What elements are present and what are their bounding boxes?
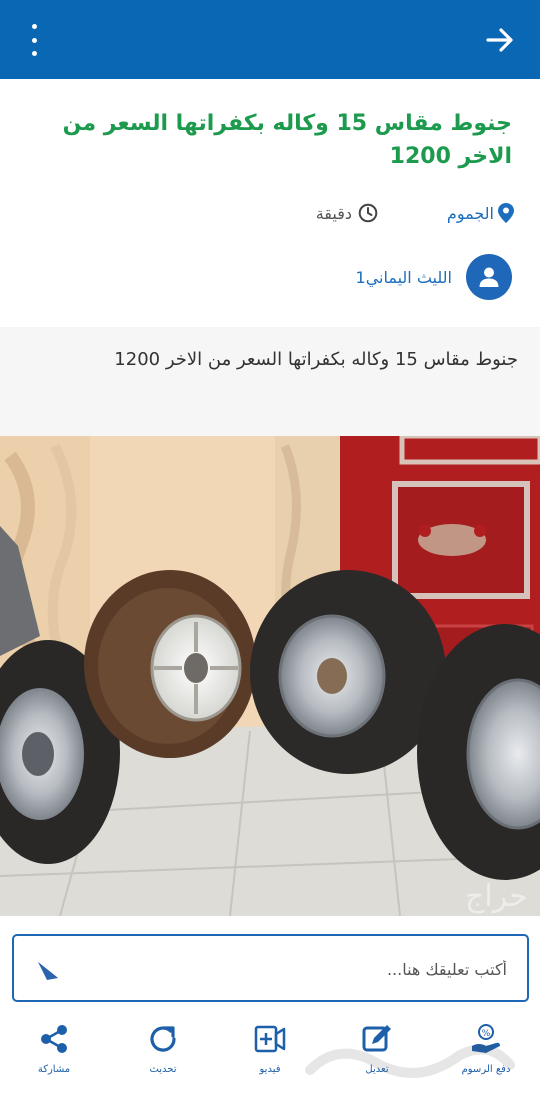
edit-label: تعديل <box>365 1064 389 1075</box>
more-options-icon[interactable] <box>22 24 46 56</box>
seller-profile-link[interactable]: الليث اليماني1 <box>355 254 512 300</box>
location-label: الجموم <box>446 203 494 223</box>
location-pin-icon <box>498 203 514 223</box>
video-button[interactable]: فيديو <box>227 1022 313 1075</box>
location-link[interactable]: الجموم <box>447 203 514 223</box>
svg-text:حراج: حراج <box>465 879 528 914</box>
refresh-label: تحديث <box>149 1064 177 1075</box>
listing-title: جنوط مقاس 15 وكاله بكفراتها السعر من الا… <box>62 111 512 169</box>
description-text: جنوط مقاس 15 وكاله بكفراتها السعر من الا… <box>114 349 518 370</box>
listing-description: جنوط مقاس 15 وكاله بكفراتها السعر من الا… <box>0 327 540 436</box>
tires-photo-image: حراج <box>0 436 540 916</box>
svg-text:%: % <box>482 1029 491 1039</box>
user-icon <box>479 267 499 287</box>
refresh-button[interactable]: تحديث <box>120 1022 206 1075</box>
listing-header: جنوط مقاس 15 وكاله بكفراتها السعر من الا… <box>0 79 540 327</box>
video-icon <box>254 1025 286 1053</box>
video-label: فيديو <box>259 1064 281 1075</box>
top-app-bar <box>0 0 540 79</box>
comment-box <box>12 934 529 1002</box>
edit-button[interactable]: تعديل <box>334 1022 420 1075</box>
listing-photo[interactable]: حراج <box>0 436 540 916</box>
seller-username: الليث اليماني1 <box>355 267 453 287</box>
arrow-right-icon[interactable] <box>484 22 516 58</box>
share-button[interactable]: مشاركة <box>11 1022 97 1075</box>
share-label: مشاركة <box>37 1064 71 1075</box>
edit-icon <box>362 1025 391 1052</box>
pay-fees-icon: % <box>472 1024 500 1053</box>
comment-input[interactable] <box>107 954 507 984</box>
send-icon[interactable] <box>34 956 62 984</box>
bottom-navigation: % دفع الرسوم تعديل فيديو تحديث مشاركة <box>0 1012 540 1095</box>
refresh-icon <box>150 1026 176 1052</box>
time-label: دقيقة <box>315 203 352 223</box>
avatar <box>466 254 512 300</box>
pay-fees-button[interactable]: % دفع الرسوم <box>443 1022 529 1075</box>
share-icon <box>41 1025 67 1053</box>
pay-fees-label: دفع الرسوم <box>461 1064 511 1075</box>
post-time: دقيقة <box>316 203 378 223</box>
clock-icon <box>358 203 378 223</box>
